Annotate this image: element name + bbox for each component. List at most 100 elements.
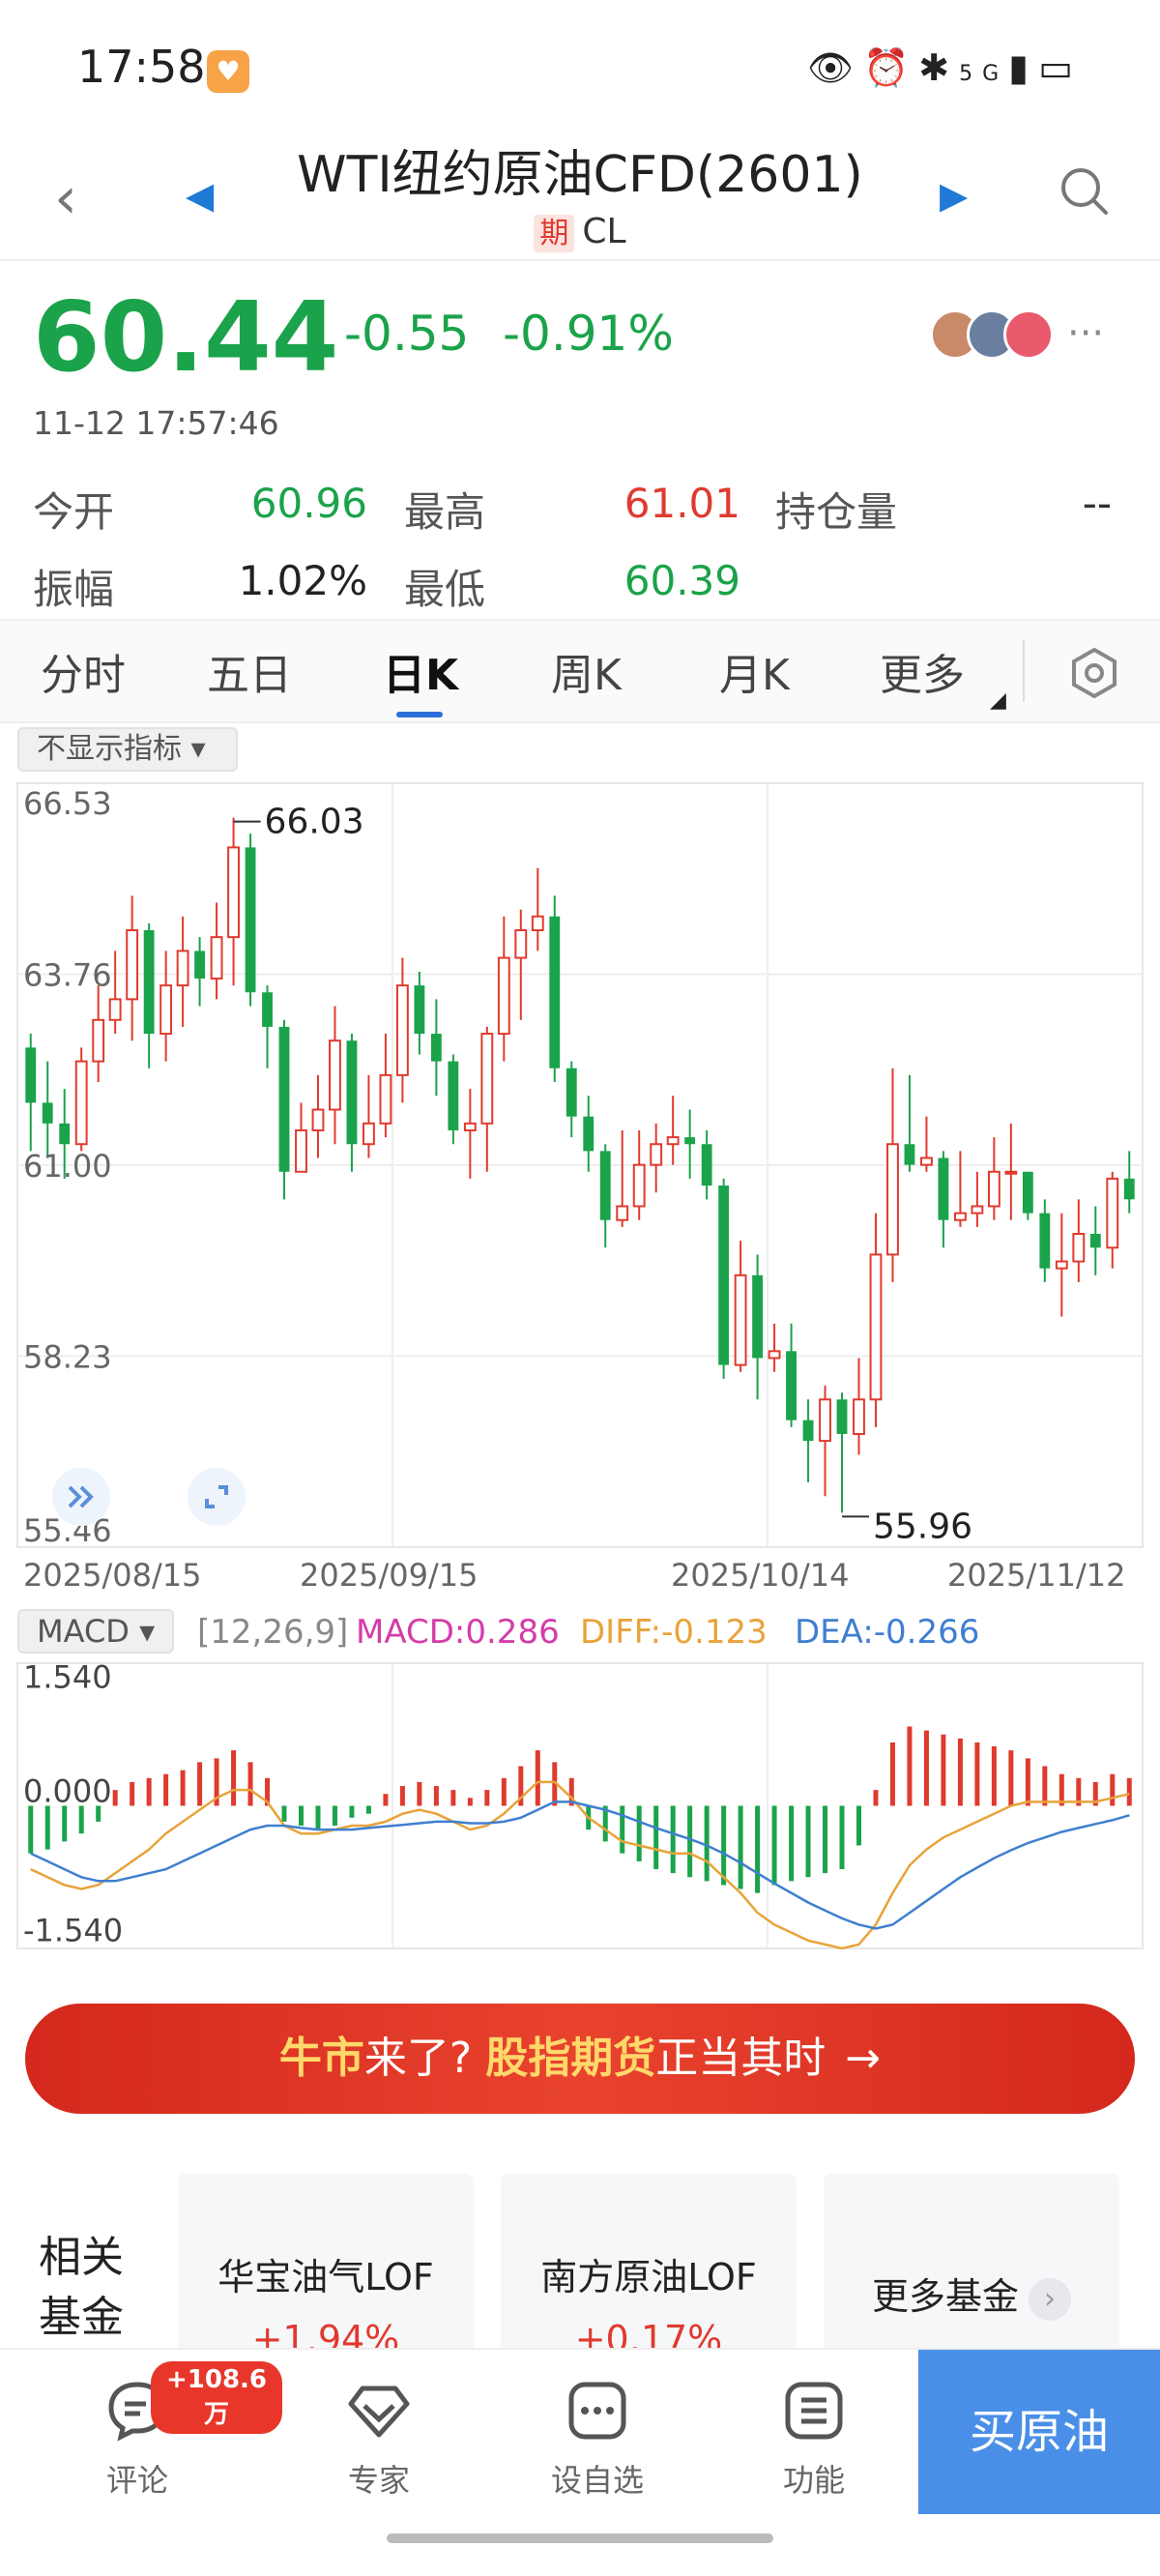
more-funds-label: 更多基金 xyxy=(871,2275,1019,2318)
candle-body xyxy=(59,1123,71,1145)
add-watchlist-icon xyxy=(568,2382,626,2440)
candle-body xyxy=(176,950,189,987)
amplitude-value: 1.02% xyxy=(238,557,367,604)
candle-body xyxy=(1089,1234,1101,1248)
banner-part1: 牛市 xyxy=(278,2034,364,2083)
search-icon[interactable] xyxy=(1058,164,1112,219)
macd-lines xyxy=(30,1780,1130,1950)
chevron-right-icon: › xyxy=(1029,2277,1071,2321)
candle-body xyxy=(74,1060,88,1146)
code-label: CL xyxy=(582,212,626,251)
open-interest-value: -- xyxy=(1082,480,1112,527)
candle-body xyxy=(92,1018,105,1063)
avatar xyxy=(1003,309,1054,360)
candle-body xyxy=(599,1151,611,1220)
tab-monthly-k[interactable]: 月K xyxy=(719,640,790,702)
nav-add-watchlist[interactable]: 设自选 xyxy=(530,2377,665,2501)
candle-body xyxy=(666,1136,680,1146)
candle-body xyxy=(210,936,223,980)
candle-body xyxy=(836,1399,848,1434)
more-icon[interactable]: ··· xyxy=(1067,311,1104,356)
promo-banner[interactable]: 牛市来了? 股指期货正当其时 → xyxy=(25,2004,1135,2114)
related-funds-label: 相关基金 xyxy=(39,2233,124,2342)
candle-body xyxy=(395,984,409,1076)
comment-count-badge: +108.6万 xyxy=(151,2361,283,2434)
status-bar: 17:58 ♥ 👁⏰✱5G▮▭ xyxy=(0,0,1160,135)
tab-daily-k[interactable]: 日K xyxy=(383,640,458,702)
candle-body xyxy=(1039,1213,1051,1269)
low-label: 最低 xyxy=(404,566,486,613)
network-label: 5G xyxy=(959,62,1009,86)
fund-card[interactable]: 南方原油LOF +0.17% xyxy=(501,2174,797,2367)
candle-body xyxy=(362,1122,375,1146)
indicator-toggle-button[interactable]: 不显示指标 ▾ xyxy=(17,727,238,772)
nav-label: 功能 xyxy=(782,2462,845,2499)
nav-header: ‹ ◀ WTI纽约原油CFD(2601) 期 CL ▶ xyxy=(0,126,1160,261)
diff-value: DIFF:-0.123 xyxy=(580,1613,768,1652)
open-interest-label: 持仓量 xyxy=(775,488,898,536)
macd-y-tick-label: 1.540 xyxy=(23,1658,112,1695)
settings-icon[interactable] xyxy=(1067,646,1121,700)
min-price-label: 55.96 xyxy=(873,1507,972,1546)
banner-part4: 正当其时 xyxy=(655,2034,826,2083)
signal-icon: ▮ xyxy=(1008,46,1039,89)
candle-body xyxy=(718,1186,730,1365)
tab-intraday[interactable]: 分时 xyxy=(41,640,126,702)
candle-body xyxy=(379,1073,392,1125)
status-time: 17:58 xyxy=(77,41,206,93)
nav-experts[interactable]: 专家 xyxy=(311,2377,447,2501)
next-instrument-icon[interactable]: ▶ xyxy=(940,174,968,217)
expand-icon[interactable] xyxy=(186,1466,247,1528)
candle-body xyxy=(549,916,561,1068)
kline-grid xyxy=(16,782,1144,1548)
candle-body xyxy=(227,846,240,939)
nav-comments[interactable]: 评论 +108.6万 xyxy=(70,2361,283,2501)
more-funds-card[interactable]: 更多基金 › xyxy=(824,2174,1119,2367)
price-change-pct: -0.91% xyxy=(503,306,674,362)
candle-body xyxy=(463,1122,477,1131)
candle-body xyxy=(278,1026,290,1172)
tab-weekly-k[interactable]: 周K xyxy=(551,640,622,702)
fund-card[interactable]: 华宝油气LOF +1.94% xyxy=(178,2174,474,2367)
candle-body xyxy=(42,1102,53,1124)
candle-body xyxy=(245,847,256,993)
amplitude-label: 振幅 xyxy=(33,566,115,613)
candle-body xyxy=(616,1205,629,1221)
fast-forward-icon[interactable] xyxy=(50,1466,112,1528)
macd-grid xyxy=(16,1662,1144,1949)
dea-line xyxy=(30,1800,1130,1930)
nav-label: 专家 xyxy=(347,2462,410,2499)
tab-five-day[interactable]: 五日 xyxy=(207,640,292,702)
macd-y-tick-label: 0.000 xyxy=(23,1773,112,1810)
macd-indicator-button[interactable]: MACD ▾ xyxy=(17,1609,174,1654)
macd-tick-labels: 1.540 0.000 -1.540 xyxy=(23,1658,123,1948)
candle-body xyxy=(752,1274,764,1359)
candle-body xyxy=(920,1156,933,1166)
price-change: -0.55 xyxy=(344,306,470,362)
tab-more[interactable]: 更多 xyxy=(880,640,965,702)
y-tick-label: 61.00 xyxy=(23,1148,112,1185)
candle-body xyxy=(869,1253,883,1401)
candle-body xyxy=(734,1273,747,1366)
candle-body xyxy=(143,930,155,1035)
candle-body xyxy=(514,929,528,959)
macd-value: MACD:0.286 xyxy=(356,1613,560,1652)
open-value: 60.96 xyxy=(250,480,367,527)
home-indicator[interactable] xyxy=(387,2533,773,2543)
avatar-group[interactable] xyxy=(930,309,1056,364)
candle-body xyxy=(430,1034,442,1062)
page-title: WTI纽约原油CFD(2601) xyxy=(297,146,863,204)
buy-oil-button[interactable]: 买原油 xyxy=(918,2350,1160,2514)
candle-body xyxy=(768,1350,781,1360)
x-tick-label: 2025/09/15 xyxy=(300,1557,478,1594)
futures-tag: 期 xyxy=(534,215,575,252)
menu-icon xyxy=(785,2382,843,2440)
candle-body xyxy=(1004,1170,1018,1175)
app-notification-icon: ♥ xyxy=(207,50,249,93)
candle-body xyxy=(684,1137,696,1145)
arrow-right-icon: → xyxy=(845,2034,882,2083)
kline-chart[interactable]: 66.5363.7661.0058.2355.462025/08/15 2025/… xyxy=(0,774,1160,1953)
x-tick-label: 2025/11/12 xyxy=(947,1557,1125,1594)
nav-functions[interactable]: 功能 xyxy=(746,2377,882,2501)
bluetooth-icon: ✱ xyxy=(918,46,960,89)
